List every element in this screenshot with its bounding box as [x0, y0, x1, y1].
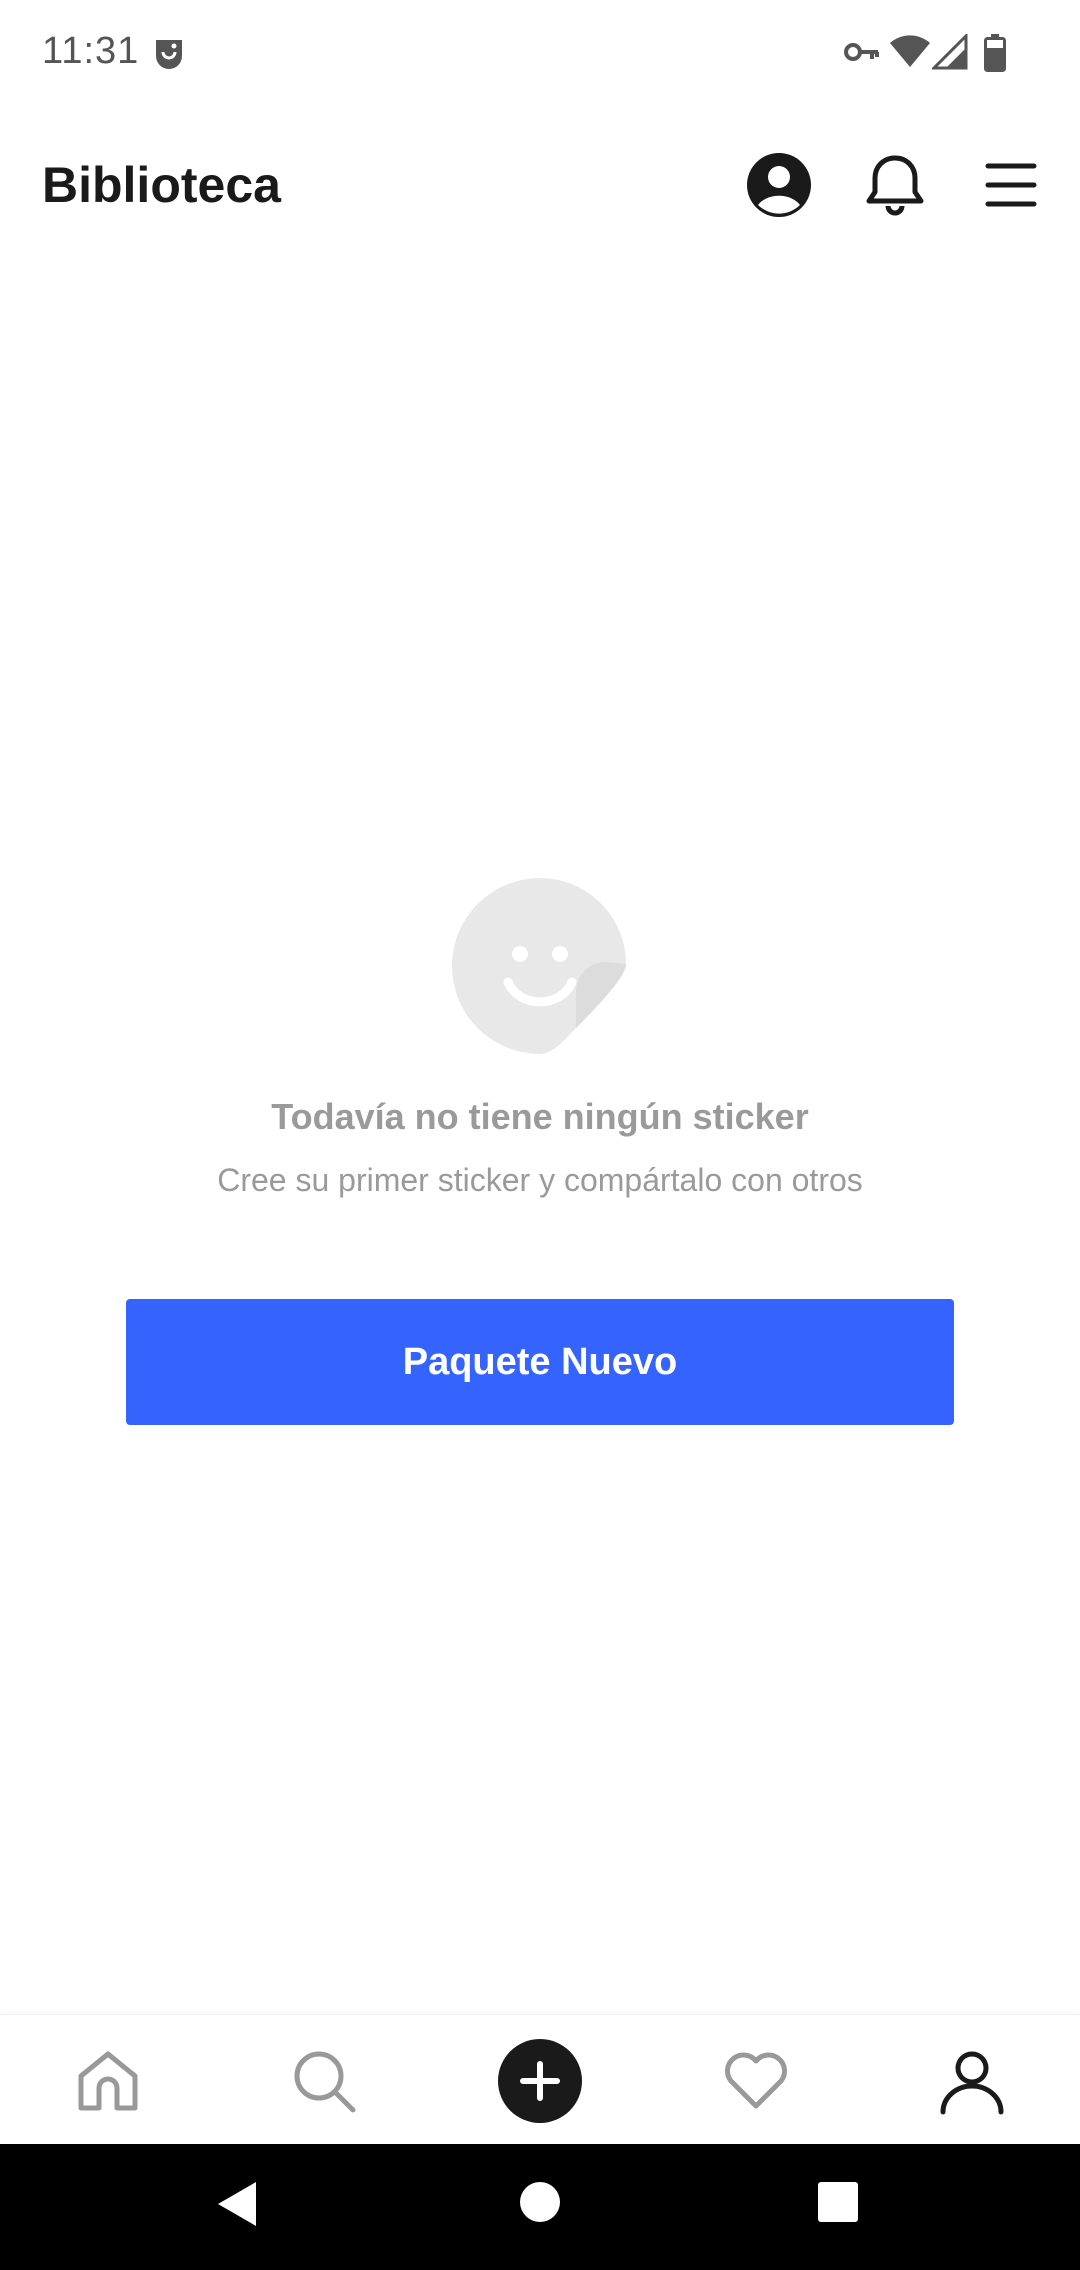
home-circle-icon[interactable] — [518, 2180, 562, 2229]
home-icon[interactable] — [60, 2033, 156, 2129]
app-notification-icon — [152, 36, 186, 75]
vpn-key-icon — [844, 40, 880, 69]
empty-state-subtitle: Cree su primer sticker y compártalo con … — [217, 1162, 863, 1198]
battery-icon — [984, 34, 1006, 77]
bell-icon[interactable] — [860, 150, 930, 220]
account-circle-icon[interactable] — [744, 150, 814, 220]
recents-square-icon[interactable] — [816, 2180, 860, 2229]
system-nav-bar — [0, 2144, 1080, 2270]
bottom-nav — [0, 2014, 1080, 2145]
new-pack-button[interactable]: Paquete Nuevo — [126, 1299, 954, 1425]
app-header: Biblioteca — [0, 110, 1080, 260]
page-title: Biblioteca — [42, 157, 281, 213]
sticker-smiley-icon — [450, 874, 630, 1063]
status-bar: 11:31 — [0, 0, 1080, 110]
person-icon[interactable] — [924, 2033, 1020, 2129]
search-icon[interactable] — [276, 2033, 372, 2129]
heart-icon[interactable] — [708, 2033, 804, 2129]
back-triangle-icon[interactable] — [216, 2180, 260, 2233]
add-circle-icon[interactable] — [492, 2033, 588, 2129]
status-time: 11:31 — [42, 30, 140, 72]
cell-signal-icon — [930, 32, 968, 75]
hamburger-menu-icon[interactable] — [976, 150, 1046, 220]
wifi-icon — [890, 34, 930, 73]
empty-state-title: Todavía no tiene ningún sticker — [271, 1096, 809, 1137]
